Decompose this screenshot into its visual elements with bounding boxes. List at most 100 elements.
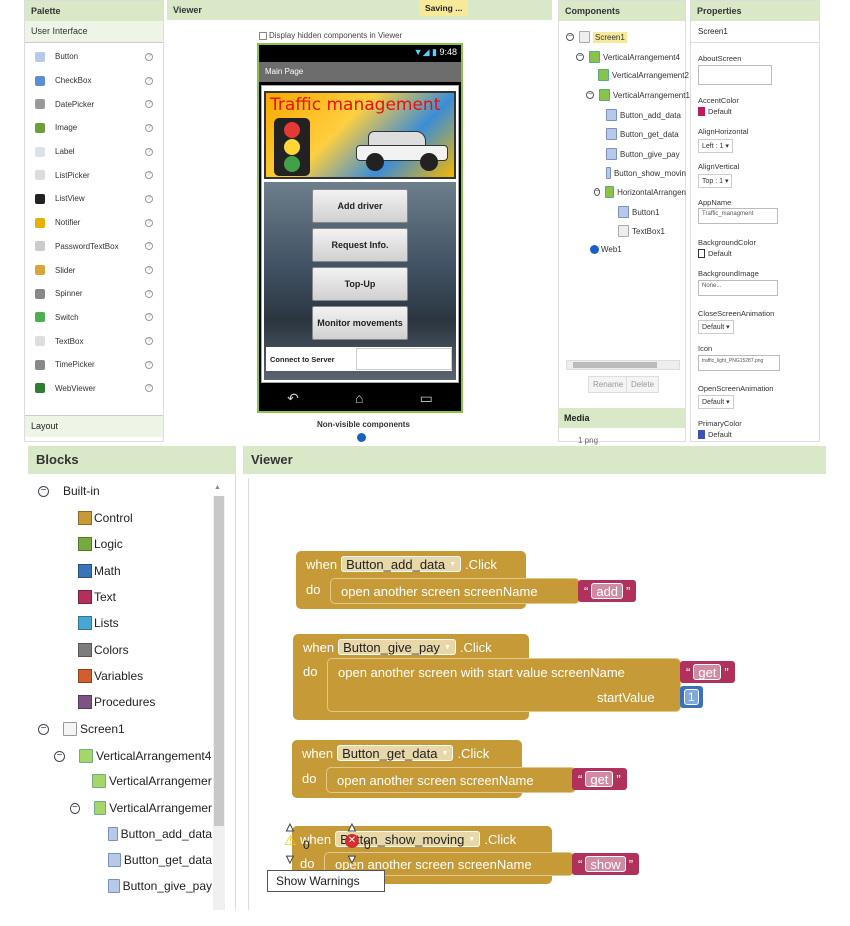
text-block-get[interactable]: “get” — [680, 661, 735, 683]
comp-tree-button-add-data[interactable]: Button_add_data — [606, 109, 681, 121]
comp-tree-button-give-pay[interactable]: Button_give_pay — [606, 148, 680, 160]
collapse-toggle-icon[interactable]: − — [566, 33, 574, 41]
connect-server-button[interactable]: Connect to Server — [266, 355, 339, 364]
help-icon[interactable]: ? — [145, 313, 153, 322]
builtin-procedures[interactable]: Procedures — [78, 695, 155, 710]
warning-down-arrow-icon[interactable]: ▼ — [284, 852, 297, 867]
builtin-node[interactable]: − Built-in — [38, 484, 100, 498]
recents-icon[interactable]: ▭ — [420, 390, 433, 407]
hidden-components-checkbox[interactable] — [259, 31, 267, 40]
component-dropdown[interactable]: Button_get_data ▼ — [337, 745, 454, 761]
comp-tree-button1[interactable]: Button1 — [618, 206, 660, 218]
background-image-input[interactable]: None... — [698, 280, 778, 296]
collapse-toggle-icon[interactable]: − — [38, 723, 49, 735]
delete-button[interactable]: Delete — [626, 376, 660, 393]
show-warnings-button[interactable]: Show Warnings — [267, 870, 385, 892]
help-icon[interactable]: ? — [145, 266, 153, 275]
text-block-show[interactable]: “show” — [572, 853, 640, 875]
help-icon[interactable]: ? — [145, 242, 153, 251]
open-animation-dropdown[interactable]: Default ▾ — [698, 395, 734, 409]
comp-tree-varr1[interactable]: − VerticalArrangement1 — [586, 89, 690, 101]
palette-item-textbox[interactable]: TextBox? — [25, 329, 163, 353]
palette-item-timepicker[interactable]: TimePicker? — [25, 353, 163, 377]
monitor-movements-button[interactable]: Monitor movements — [312, 306, 408, 340]
help-icon[interactable]: ? — [145, 194, 153, 203]
palette-item-webviewer[interactable]: WebViewer? — [25, 377, 163, 401]
drawer-scrollbar[interactable] — [213, 496, 225, 910]
accent-color-value[interactable]: Default — [698, 107, 732, 116]
component-dropdown[interactable]: Button_give_pay ▼ — [338, 639, 456, 655]
blocks-tree-varr1[interactable]: − VerticalArrangemer — [70, 801, 212, 815]
text-block-get[interactable]: “get” — [572, 768, 627, 790]
palette-item-slider[interactable]: Slider? — [25, 258, 163, 282]
comp-tree-varr4[interactable]: − VerticalArrangement4 — [576, 51, 680, 63]
help-icon[interactable]: ? — [145, 100, 153, 109]
comp-tree-screen1[interactable]: − Screen1 — [566, 31, 627, 43]
palette-item-listpicker[interactable]: ListPicker? — [25, 163, 163, 187]
request-info-button[interactable]: Request Info. — [312, 228, 408, 262]
collapse-toggle-icon[interactable]: − — [594, 188, 601, 196]
builtin-text[interactable]: Text — [78, 589, 116, 604]
blocks-tree-button-give-pay[interactable]: Button_give_pay — [108, 879, 212, 893]
collapse-toggle-icon[interactable]: − — [38, 485, 49, 497]
top-up-button[interactable]: Top-Up — [312, 267, 408, 301]
back-icon[interactable]: ↶ — [287, 390, 299, 407]
help-icon[interactable]: ? — [145, 289, 153, 298]
error-down-arrow-icon[interactable]: ▼ — [346, 852, 359, 867]
help-icon[interactable]: ? — [145, 52, 153, 61]
help-icon[interactable]: ? — [145, 218, 153, 227]
blocks-tree-button-get-data[interactable]: Button_get_data — [108, 853, 212, 867]
blocks-tree-varr4[interactable]: − VerticalArrangement4 — [54, 749, 211, 763]
scroll-up-icon[interactable]: ▲ — [214, 484, 221, 491]
builtin-variables[interactable]: Variables — [78, 668, 143, 683]
components-scrollbar[interactable] — [566, 360, 680, 370]
icon-input[interactable]: traffic_light_PNG15287.png — [698, 355, 780, 371]
comp-tree-harr[interactable]: − HorizontalArrangen — [594, 186, 686, 198]
comp-tree-button-show-moving[interactable]: Button_show_movin — [606, 167, 686, 179]
close-animation-dropdown[interactable]: Default ▾ — [698, 320, 734, 334]
help-icon[interactable]: ? — [145, 360, 153, 369]
comp-tree-varr2[interactable]: VerticalArrangement2 — [598, 69, 689, 81]
collapse-toggle-icon[interactable]: − — [586, 91, 594, 99]
builtin-lists[interactable]: Lists — [78, 616, 119, 631]
palette-item-label[interactable]: Label? — [25, 140, 163, 164]
comp-tree-textbox1[interactable]: TextBox1 — [618, 225, 665, 237]
palette-item-notifier[interactable]: Notifier? — [25, 211, 163, 235]
builtin-control[interactable]: Control — [78, 511, 133, 525]
add-driver-button[interactable]: Add driver — [312, 189, 408, 223]
collapse-toggle-icon[interactable]: − — [54, 750, 65, 762]
blocks-tree-varr2[interactable]: VerticalArrangemer — [92, 774, 212, 788]
open-screen-block[interactable]: open another screen screenName — [330, 578, 580, 604]
palette-item-button[interactable]: Button? — [25, 45, 163, 69]
comp-tree-button-get-data[interactable]: Button_get_data — [606, 128, 679, 140]
align-vertical-dropdown[interactable]: Top : 1 ▾ — [698, 174, 733, 188]
rename-button[interactable]: Rename — [588, 376, 629, 393]
open-screen-block[interactable]: open another screen screenName — [326, 767, 576, 793]
comp-tree-web1[interactable]: Web1 — [590, 245, 622, 254]
builtin-math[interactable]: Math — [78, 563, 121, 578]
palette-item-image[interactable]: Image? — [25, 116, 163, 140]
component-dropdown[interactable]: Button_add_data ▼ — [341, 556, 462, 572]
error-up-arrow-icon[interactable]: ▲ — [346, 820, 359, 835]
media-item[interactable]: 1 png — [578, 436, 598, 445]
primary-color-value[interactable]: Default — [698, 430, 732, 439]
app-name-input[interactable]: Traffic_managment — [698, 208, 778, 224]
palette-section-user-interface[interactable]: User Interface — [25, 21, 163, 43]
number-block-1[interactable]: 1 — [680, 686, 703, 708]
builtin-colors[interactable]: Colors — [78, 642, 129, 657]
blocks-tree-button-add-data[interactable]: Button_add_data — [108, 827, 212, 841]
server-textbox[interactable] — [356, 348, 452, 370]
collapse-toggle-icon[interactable]: − — [576, 53, 584, 61]
palette-item-switch[interactable]: Switch? — [25, 306, 163, 330]
help-icon[interactable]: ? — [145, 76, 153, 85]
blocks-tree-screen1[interactable]: − Screen1 — [38, 722, 125, 736]
help-icon[interactable]: ? — [145, 337, 153, 346]
help-icon[interactable]: ? — [145, 171, 153, 180]
align-horizontal-dropdown[interactable]: Left : 1 ▾ — [698, 139, 733, 153]
home-icon[interactable]: ⌂ — [355, 390, 363, 406]
palette-item-checkbox[interactable]: CheckBox? — [25, 69, 163, 93]
help-icon[interactable]: ? — [145, 147, 153, 156]
about-screen-input[interactable] — [698, 65, 772, 85]
palette-item-listview[interactable]: ListView? — [25, 187, 163, 211]
collapse-toggle-icon[interactable]: − — [70, 802, 80, 814]
